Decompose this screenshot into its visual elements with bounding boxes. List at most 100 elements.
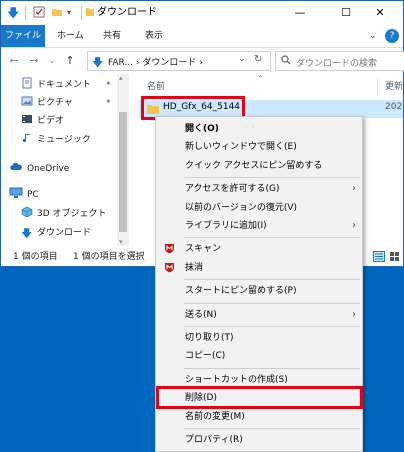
scroll-down-icon[interactable]: ▾ — [119, 238, 123, 246]
address-bar[interactable]: 🡇 FAR... › ダウンロード › ⌄ ↻ — [87, 51, 271, 71]
sidebar-item-pc[interactable]: PC — [9, 186, 39, 204]
recent-locations-button[interactable]: ⌄ — [45, 53, 59, 69]
cloud-icon — [9, 161, 23, 173]
menu-item[interactable]: 切り取り(T) — [156, 329, 362, 347]
item-count: 1 個の項目 — [13, 252, 58, 262]
tab-share[interactable]: 共有 — [103, 25, 121, 47]
sidebar-item-music[interactable]: ミュージック — [21, 131, 91, 149]
sidebar-item-label: PC — [27, 190, 39, 200]
menu-item[interactable]: プロパティ(R) — [156, 431, 362, 449]
menu-item-label: 切り取り(T) — [185, 333, 234, 343]
back-button[interactable]: ← — [7, 53, 21, 69]
search-input[interactable]: ダウンロードの検索 — [296, 56, 377, 69]
videos-icon — [21, 113, 33, 125]
sidebar-item-downloads[interactable]: 🡇 ダウンロード — [21, 224, 91, 242]
menu-separator — [184, 326, 360, 327]
title-divider — [25, 6, 26, 20]
column-header-date[interactable]: 更新 — [385, 78, 403, 96]
column-divider — [377, 78, 378, 96]
menu-item[interactable]: スキャン — [156, 240, 362, 258]
menu-item[interactable]: ライブラリに追加(I) › — [156, 217, 362, 235]
sidebar-item-label: 3D オブジェクト — [37, 209, 107, 219]
mcafee-shield-icon — [164, 262, 175, 273]
sidebar-item-onedrive[interactable]: OneDrive — [9, 160, 69, 178]
scroll-up-icon[interactable]: ▴ — [119, 74, 123, 82]
menu-item[interactable]: クイック アクセスにピン留めする — [156, 157, 362, 175]
menu-item[interactable]: 抹消 — [156, 259, 362, 277]
menu-item[interactable]: アクセスを許可する(G) › — [156, 180, 362, 198]
menu-item[interactable]: 新しいウィンドウで開く(E) — [156, 138, 362, 156]
download-location-icon: 🡇 — [92, 56, 104, 69]
tab-file[interactable]: ファイル — [1, 25, 45, 47]
menu-item[interactable]: スタートにピン留めする(P) — [156, 282, 362, 300]
tab-view[interactable]: 表示 — [145, 25, 163, 47]
address-dropdown-icon[interactable]: ⌄ — [238, 54, 246, 64]
menu-item-label: 送る(N) — [185, 309, 217, 320]
title-divider-2 — [81, 6, 82, 20]
title-bar: 🡇 ▾ ダウンロード — ☐ ✕ — [1, 1, 403, 25]
sidebar-item-label: ミュージック — [37, 135, 91, 145]
sidebar-item-label: ビデオ — [37, 116, 65, 126]
close-button[interactable]: ✕ — [357, 1, 403, 25]
sidebar-item-3d-objects[interactable]: 3D オブジェクト — [21, 205, 107, 223]
column-header-name[interactable]: 名前 — [147, 78, 165, 96]
selection-count: 1 個の項目を選択 — [73, 252, 145, 262]
properties-check-icon[interactable] — [33, 6, 45, 20]
menu-item-label: 抹消 — [185, 262, 204, 273]
details-view-icon[interactable] — [373, 251, 385, 269]
sidebar-item-videos[interactable]: ビデオ — [21, 112, 64, 130]
ribbon-expand-icon[interactable]: ⌄ — [369, 25, 377, 47]
menu-item[interactable]: 開く(O) — [156, 120, 362, 138]
navigation-scrollbar[interactable]: ▴ ▾ — [117, 74, 129, 246]
menu-item[interactable]: 送る(N) › — [156, 306, 362, 324]
computer-icon — [9, 187, 23, 199]
menu-item-label: コピー(C) — [185, 351, 226, 362]
search-icon — [281, 55, 291, 68]
menu-separator — [184, 367, 360, 369]
pin-icon: ✦ — [105, 97, 112, 106]
ribbon-tabs: ファイル ホーム 共有 表示 ⌄ ? — [1, 25, 403, 48]
documents-icon — [21, 77, 33, 89]
music-icon — [21, 132, 33, 144]
forward-button[interactable]: → — [27, 53, 41, 69]
sidebar-item-label: OneDrive — [27, 164, 70, 174]
address-path: FAR... › ダウンロード › — [108, 58, 203, 68]
menu-item-label: 名前の変更(M) — [185, 411, 245, 422]
menu-item[interactable]: 以前のバージョンの復元(V) — [156, 199, 362, 217]
minimize-button[interactable]: — — [277, 1, 323, 25]
new-folder-icon[interactable] — [51, 6, 63, 20]
down-arrow-icon[interactable]: 🡇 — [7, 6, 19, 20]
menu-separator — [184, 428, 360, 429]
cube-icon — [21, 206, 33, 218]
search-box[interactable]: ダウンロードの検索 — [275, 51, 404, 71]
menu-item-label: 開く(O) — [185, 124, 219, 134]
tab-home[interactable]: ホーム — [57, 25, 84, 47]
customize-dropdown-icon[interactable]: ▾ — [67, 6, 71, 20]
mcafee-shield-icon — [164, 243, 175, 254]
window-title: ダウンロード — [97, 7, 157, 18]
up-button[interactable]: ↑ — [63, 53, 77, 69]
menu-item-label: ライブラリに追加(I) — [185, 221, 267, 231]
menu-item[interactable]: 名前の変更(M) — [156, 408, 362, 426]
large-icons-view-icon[interactable] — [389, 251, 400, 269]
help-icon[interactable]: ? — [385, 29, 399, 43]
menu-item-label: スキャン — [185, 244, 222, 255]
navigation-bar: ← → ⌄ ↑ 🡇 FAR... › ダウンロード › ⌄ ↻ ダウンロードの検… — [1, 48, 404, 74]
highlight-delete-item — [156, 386, 363, 409]
menu-item-label: プロパティ(R) — [185, 435, 243, 445]
scrollbar-thumb[interactable] — [119, 112, 127, 232]
folder-title-icon — [85, 6, 95, 20]
sidebar-item-pictures[interactable]: ピクチャ — [21, 94, 73, 112]
menu-separator — [184, 279, 360, 281]
submenu-arrow-icon: › — [352, 308, 356, 320]
menu-item-label: クイック アクセスにピン留めする — [185, 160, 323, 171]
menu-item[interactable]: コピー(C) — [156, 347, 362, 365]
menu-item-label: 新しいウィンドウで開く(E) — [185, 142, 297, 153]
submenu-arrow-icon: › — [352, 220, 356, 231]
menu-separator — [184, 302, 360, 304]
navigation-pane: ドキュメント ✦ ピクチャ ✦ ビデオ ミュージック OneDrive PC 3… — [1, 74, 117, 246]
pin-icon: ✦ — [105, 79, 112, 88]
refresh-icon[interactable]: ↻ — [254, 54, 262, 65]
sidebar-item-documents[interactable]: ドキュメント — [21, 76, 91, 94]
sidebar-item-label: ピクチャ — [37, 98, 73, 108]
